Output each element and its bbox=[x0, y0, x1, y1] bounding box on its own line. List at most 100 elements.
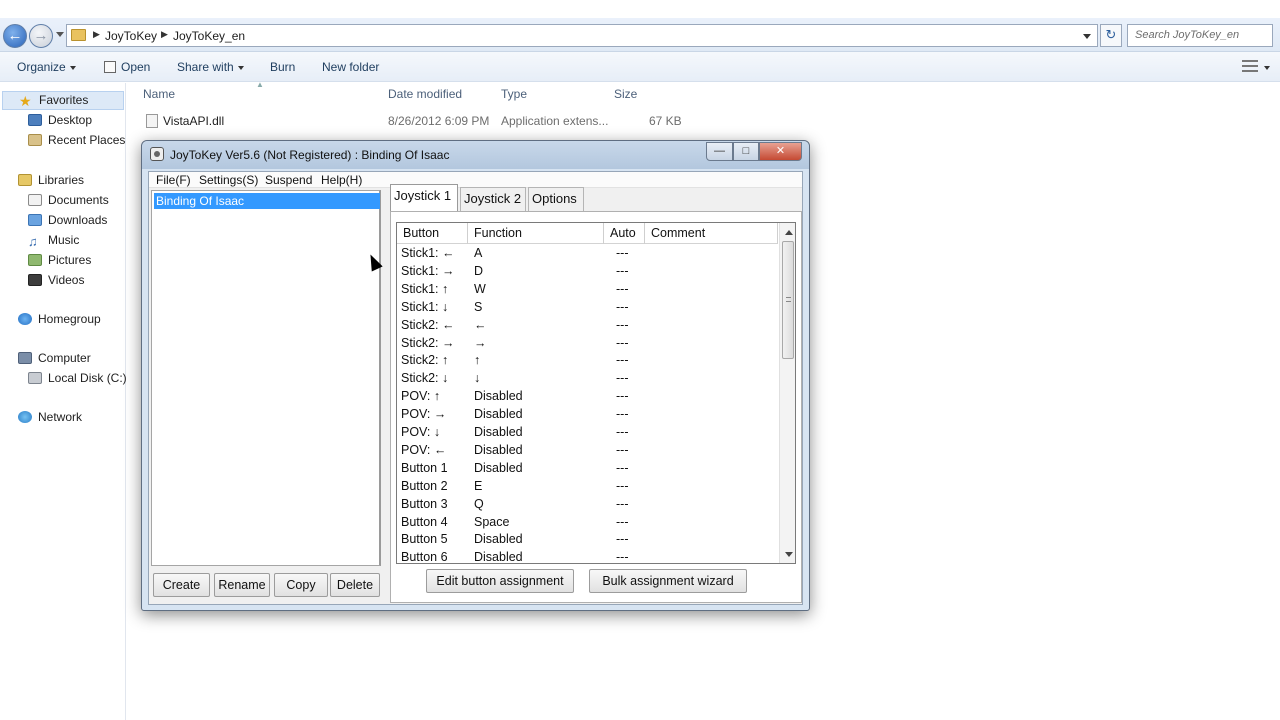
scroll-thumb[interactable] bbox=[782, 241, 794, 359]
breadcrumb-joytokey-en[interactable]: JoyToKey_en bbox=[173, 29, 245, 43]
grid-row[interactable]: Stick2: → → --- bbox=[397, 335, 778, 353]
button-assignment-grid[interactable]: Button Function Auto Comment Stick1: ← A -… bbox=[396, 222, 796, 564]
chevron-down-icon[interactable] bbox=[1264, 66, 1270, 70]
scroll-down-icon[interactable] bbox=[785, 552, 793, 557]
grid-row[interactable]: POV: ← Disabled --- bbox=[397, 442, 778, 460]
edit-button-assignment-button[interactable]: Edit button assignment bbox=[426, 569, 574, 593]
nav-desktop[interactable]: Desktop bbox=[28, 113, 92, 127]
grid-row[interactable]: Stick1: → D --- bbox=[397, 263, 778, 281]
search-input[interactable]: Search JoyToKey_en bbox=[1127, 24, 1273, 47]
grid-row[interactable]: Button 2 E --- bbox=[397, 478, 778, 496]
nav-music[interactable]: ♫ Music bbox=[28, 233, 79, 249]
nav-network[interactable]: Network bbox=[18, 410, 82, 424]
scroll-up-icon[interactable] bbox=[785, 230, 793, 235]
rename-button[interactable]: Rename bbox=[214, 573, 270, 597]
copy-button[interactable]: Copy bbox=[274, 573, 328, 597]
grid-row[interactable]: Button 5 Disabled --- bbox=[397, 531, 778, 549]
title-bar[interactable]: JoyToKey Ver5.6 (Not Registered) : Bindi… bbox=[142, 141, 809, 169]
nav-pictures[interactable]: Pictures bbox=[28, 253, 91, 267]
recent-places-icon bbox=[28, 134, 42, 146]
menu-settings[interactable]: Settings(S) bbox=[199, 173, 258, 187]
nav-videos[interactable]: Videos bbox=[28, 273, 84, 287]
grid-col-auto[interactable]: Auto bbox=[604, 223, 645, 244]
nav-local-disk-label: Local Disk (C:) bbox=[48, 371, 127, 385]
close-button[interactable]: ✕ bbox=[759, 142, 802, 161]
grid-scrollbar[interactable] bbox=[779, 223, 795, 563]
views-icon[interactable] bbox=[1242, 60, 1258, 72]
column-type[interactable]: Type bbox=[501, 87, 527, 101]
chevron-right-icon[interactable]: ▶ bbox=[93, 29, 100, 40]
bulk-assignment-wizard-button[interactable]: Bulk assignment wizard bbox=[589, 569, 747, 593]
nav-downloads-label: Downloads bbox=[48, 213, 108, 227]
burn-button[interactable]: Burn bbox=[270, 60, 295, 74]
forward-button[interactable]: → bbox=[29, 24, 53, 48]
open-button[interactable]: Open bbox=[104, 60, 150, 74]
create-button[interactable]: Create bbox=[153, 573, 210, 597]
chevron-right-icon[interactable]: ▶ bbox=[161, 29, 168, 40]
nav-favorites[interactable]: ★ Favorites bbox=[2, 91, 124, 110]
grid-row[interactable]: Stick2: ↓ ↓ --- bbox=[397, 370, 778, 388]
cell-function: ↓ bbox=[474, 371, 481, 386]
file-name: VistaAPI.dll bbox=[163, 114, 225, 128]
grid-row[interactable]: POV: ↓ Disabled --- bbox=[397, 424, 778, 442]
grid-row[interactable]: Stick1: ↓ S --- bbox=[397, 299, 778, 317]
grid-row[interactable]: Stick1: ↑ W --- bbox=[397, 281, 778, 299]
back-button[interactable]: ← bbox=[3, 24, 27, 48]
grid-row[interactable]: Button 1 Disabled --- bbox=[397, 460, 778, 478]
address-dropdown-icon[interactable] bbox=[1083, 34, 1091, 39]
nav-desktop-label: Desktop bbox=[48, 113, 93, 127]
new-folder-button[interactable]: New folder bbox=[322, 60, 379, 74]
minimize-button[interactable]: — bbox=[706, 142, 733, 161]
grid-row[interactable]: POV: → Disabled --- bbox=[397, 406, 778, 424]
menu-help[interactable]: Help(H) bbox=[321, 173, 362, 187]
nav-local-disk[interactable]: Local Disk (C:) bbox=[28, 371, 127, 385]
grid-col-comment[interactable]: Comment bbox=[645, 223, 778, 244]
share-with-button[interactable]: Share with bbox=[177, 60, 244, 74]
cell-button: Stick2: → bbox=[401, 335, 455, 350]
column-date-modified[interactable]: Date modified bbox=[388, 87, 462, 101]
cell-button: Stick2: ← bbox=[401, 317, 455, 332]
cell-button: POV: ↑ bbox=[401, 389, 441, 404]
nav-downloads[interactable]: Downloads bbox=[28, 213, 107, 227]
nav-homegroup[interactable]: Homegroup bbox=[18, 312, 101, 326]
grid-row[interactable]: Button 6 Disabled --- bbox=[397, 549, 778, 563]
cell-function: Space bbox=[474, 514, 510, 529]
delete-button[interactable]: Delete bbox=[330, 573, 380, 597]
refresh-button[interactable]: ↻ bbox=[1100, 24, 1122, 47]
nav-recent-places[interactable]: Recent Places bbox=[28, 133, 125, 147]
grid-row[interactable]: Stick1: ← A --- bbox=[397, 245, 778, 263]
grid-row[interactable]: Button 4 Space --- bbox=[397, 514, 778, 532]
cell-button: Stick1: ← bbox=[401, 246, 455, 260]
grid-row[interactable]: Button 3 Q --- bbox=[397, 496, 778, 514]
nav-documents[interactable]: Documents bbox=[28, 193, 109, 207]
tab-options[interactable]: Options bbox=[528, 187, 584, 211]
address-bar[interactable]: ▶ JoyToKey ▶ JoyToKey_en bbox=[66, 24, 1098, 47]
cell-auto: --- bbox=[616, 263, 629, 278]
nav-computer[interactable]: Computer bbox=[18, 351, 91, 365]
nav-documents-label: Documents bbox=[48, 193, 109, 207]
joystick-1-panel: Button Function Auto Comment Stick1: ← A -… bbox=[390, 211, 802, 603]
grid-col-function[interactable]: Function bbox=[468, 223, 604, 244]
breadcrumb-joytokey[interactable]: JoyToKey bbox=[105, 29, 157, 43]
cell-function: Disabled bbox=[474, 389, 523, 404]
grid-row[interactable]: Stick2: ↑ ↑ --- bbox=[397, 352, 778, 370]
grid-row[interactable]: Stick2: ← ← --- bbox=[397, 317, 778, 335]
menu-suspend[interactable]: Suspend bbox=[265, 173, 312, 187]
tab-joystick-1[interactable]: Joystick 1 bbox=[390, 184, 458, 211]
menu-file[interactable]: File(F) bbox=[156, 173, 191, 187]
grid-row[interactable]: POV: ↑ Disabled --- bbox=[397, 388, 778, 406]
grid-col-button[interactable]: Button bbox=[397, 223, 468, 244]
tab-joystick-2[interactable]: Joystick 2 bbox=[460, 187, 526, 211]
computer-icon bbox=[18, 352, 32, 364]
config-item[interactable]: Binding Of Isaac bbox=[154, 193, 380, 209]
column-size[interactable]: Size bbox=[614, 87, 637, 101]
file-row[interactable]: VistaAPI.dll 8/26/2012 6:09 PM Applicati… bbox=[143, 112, 703, 130]
organize-button[interactable]: Organize bbox=[17, 60, 76, 74]
downloads-icon bbox=[28, 214, 42, 226]
recent-pages-dropdown[interactable] bbox=[56, 32, 64, 37]
open-label: Open bbox=[121, 60, 151, 74]
nav-libraries[interactable]: Libraries bbox=[18, 173, 84, 187]
maximize-button[interactable]: □ bbox=[733, 142, 759, 161]
config-list[interactable]: Binding Of Isaac bbox=[151, 190, 381, 566]
column-name[interactable]: Name bbox=[143, 87, 175, 101]
